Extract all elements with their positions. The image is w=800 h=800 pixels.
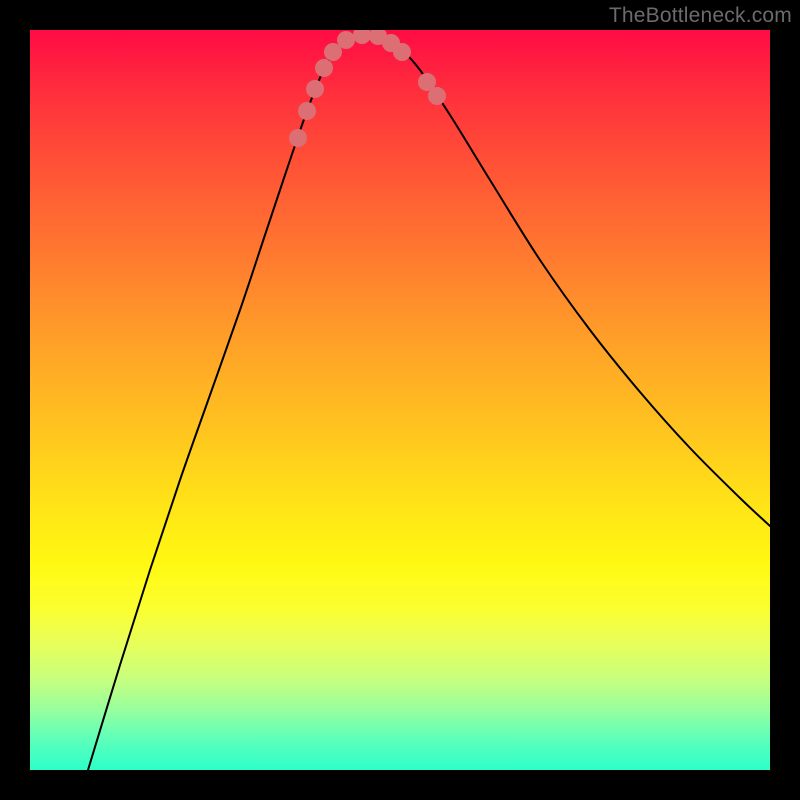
chart-svg [30, 30, 770, 770]
highlight-dots-group [289, 30, 446, 147]
highlight-dot [306, 80, 324, 98]
watermark-text: TheBottleneck.com [609, 4, 792, 28]
highlight-dot [315, 59, 333, 77]
highlight-dot [337, 31, 355, 49]
highlight-dot [353, 30, 371, 44]
highlight-dot [298, 102, 316, 120]
chart-plot-area [30, 30, 770, 770]
highlight-dot [289, 129, 307, 147]
bottleneck-curve [88, 34, 770, 770]
highlight-dot [428, 87, 446, 105]
highlight-dot [393, 43, 411, 61]
